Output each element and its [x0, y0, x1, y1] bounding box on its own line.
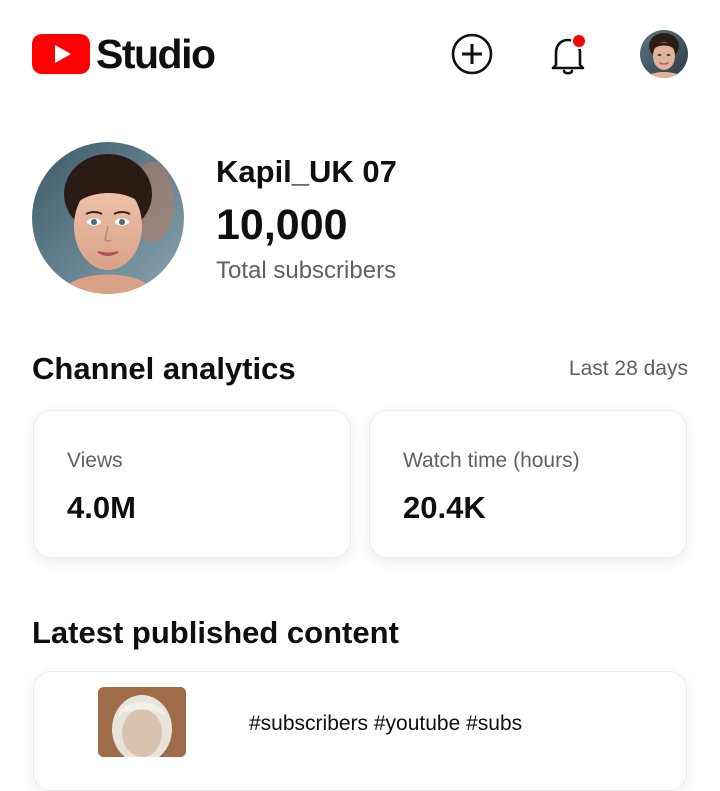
- channel-avatar[interactable]: [32, 142, 184, 294]
- views-label: Views: [67, 449, 123, 472]
- youtube-logo-icon: [32, 34, 90, 74]
- notifications-button[interactable]: [546, 31, 590, 77]
- views-card[interactable]: Views 4.0M: [33, 410, 351, 558]
- views-value: 4.0M: [67, 490, 136, 525]
- subscriber-count: 10,000: [216, 201, 348, 249]
- thumbnail-image: [98, 687, 186, 757]
- profile-avatar[interactable]: [640, 30, 688, 78]
- subscriber-label: Total subscribers: [216, 257, 397, 284]
- notification-bell-icon: [551, 33, 587, 75]
- channel-avatar-image: [32, 142, 184, 294]
- app-name: Studio: [96, 31, 216, 77]
- latest-content-card[interactable]: #subscribers #youtube #subs: [33, 671, 687, 791]
- watch-time-value: 20.4K: [403, 490, 486, 525]
- latest-content-text: #subscribers #youtube #subs: [249, 712, 523, 735]
- latest-content-title: Latest published content: [32, 615, 399, 650]
- avatar-image: [640, 30, 688, 78]
- watch-time-label: Watch time (hours): [403, 449, 580, 472]
- create-button[interactable]: [450, 31, 494, 77]
- video-thumbnail[interactable]: [98, 687, 186, 757]
- youtube-studio-logo[interactable]: Studio: [32, 30, 216, 78]
- analytics-period: Last 28 days: [568, 357, 688, 380]
- watch-time-card[interactable]: Watch time (hours) 20.4K: [369, 410, 687, 558]
- analytics-title: Channel analytics: [32, 351, 296, 386]
- create-plus-icon: [451, 33, 493, 75]
- channel-name: Kapil_UK 07: [216, 154, 397, 189]
